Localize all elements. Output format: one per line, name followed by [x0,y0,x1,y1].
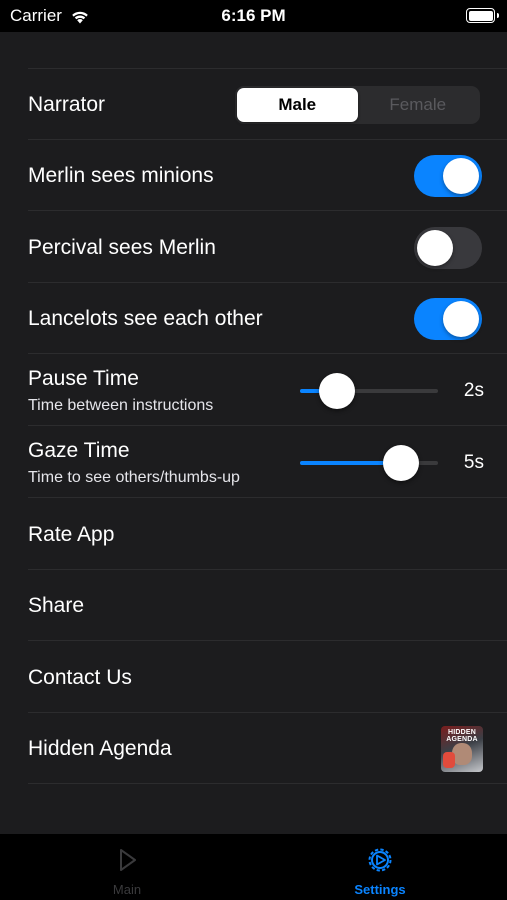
toggle-label: Percival sees Merlin [28,235,216,259]
narrator-option-female[interactable]: Female [358,88,479,122]
hidden-agenda-app-icon[interactable]: HIDDEN AGENDA [441,725,483,772]
gaze-time-row: Gaze Time Time to see others/thumbs-up 5… [0,427,507,498]
percival-sees-merlin-toggle[interactable] [414,226,482,269]
merlin-sees-minions-row: Merlin sees minions [0,140,507,211]
divider [28,783,507,784]
settings-list[interactable]: Narrator Male Female Merlin sees minions… [0,32,507,834]
toggle-knob [417,229,453,266]
app-icon-logo-text: HIDDEN AGENDA [446,728,478,743]
lancelots-see-each-other-row: Lancelots see each other [0,283,507,354]
narrator-label: Narrator [28,92,106,116]
slider-thumb[interactable] [319,372,356,409]
toggle-knob [443,157,479,194]
lancelots-see-each-other-toggle[interactable] [414,297,482,340]
tab-settings-label: Settings [354,882,406,897]
tab-main-label: Main [112,882,142,897]
narrator-segmented-control[interactable]: Male Female [235,85,480,124]
share-row[interactable]: Share [0,570,507,641]
status-time: 6:16 PM [221,6,286,25]
toggle-knob [443,300,479,337]
hidden-agenda-row[interactable]: Hidden Agenda HIDDEN AGENDA [0,713,507,784]
battery-level [468,10,493,21]
gaze-time-subtitle: Time to see others/thumbs-up [28,469,240,486]
percival-sees-merlin-row: Percival sees Merlin [0,212,507,283]
app-icon-hand [443,751,455,768]
rate-app-label: Rate App [28,522,115,546]
narrator-row: Narrator Male Female [0,69,507,140]
gear-icon [368,848,392,872]
divider [28,353,507,354]
share-label: Share [28,593,85,617]
toggle-label: Lancelots see each other [28,306,263,330]
play-icon [120,849,136,871]
battery-icon [466,8,499,23]
pause-time-row: Pause Time Time between instructions 2s [0,355,507,426]
pause-time-value: 2s [463,379,484,401]
contact-us-label: Contact Us [28,665,132,689]
tab-main[interactable]: Main [0,834,254,900]
gaze-time-slider[interactable] [300,444,438,481]
divider [28,497,507,498]
narrator-option-male[interactable]: Male [237,87,358,122]
divider [28,425,507,426]
merlin-sees-minions-toggle[interactable] [414,154,482,197]
tab-settings[interactable]: Settings [253,834,507,900]
slider-thumb[interactable] [382,444,419,481]
pause-time-subtitle: Time between instructions [28,397,214,414]
hidden-agenda-label: Hidden Agenda [28,736,172,760]
pause-time-slider[interactable] [300,372,438,409]
pause-time-title: Pause Time [28,367,139,390]
gaze-time-title: Gaze Time [28,439,130,462]
status-bar: Carrier 6:16 PM [0,0,507,32]
app-icon-face [452,742,472,765]
divider [28,640,507,641]
tab-bar: Main Settings [0,834,507,900]
contact-us-row[interactable]: Contact Us [0,642,507,713]
gaze-time-value: 5s [463,451,484,473]
rate-app-row[interactable]: Rate App [0,499,507,570]
divider [28,210,507,211]
toggle-label: Merlin sees minions [28,163,214,187]
